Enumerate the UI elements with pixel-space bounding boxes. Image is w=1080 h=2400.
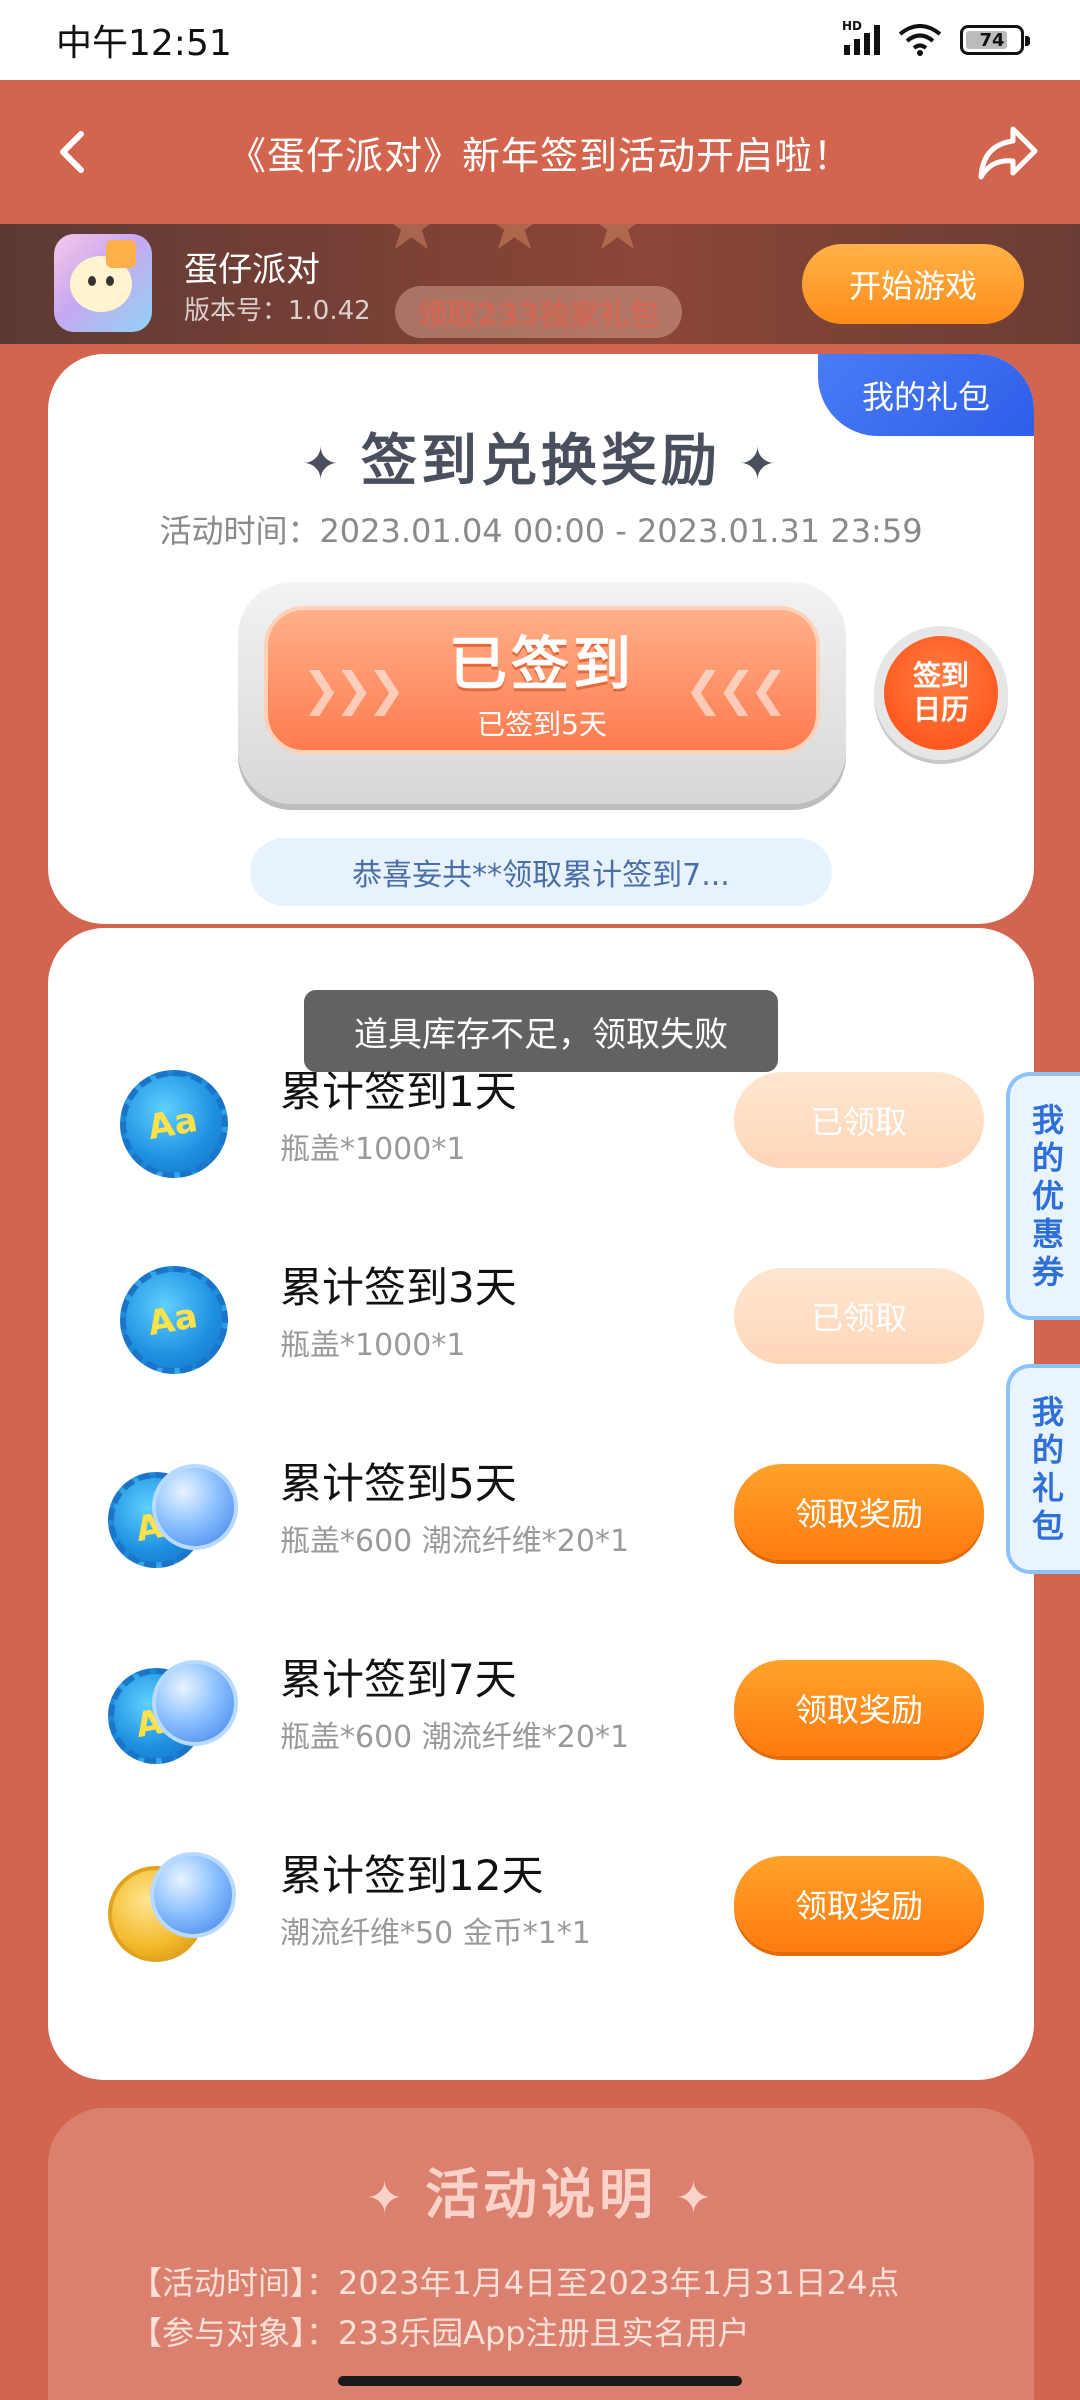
my-coupons-side-tab[interactable]: 我 的 优 惠 券 [1006, 1072, 1080, 1320]
side-tab-char: 礼 [1031, 1469, 1064, 1507]
cap-and-fiber-icon [108, 1652, 238, 1772]
reward-title: 累计签到3天 [280, 1263, 517, 1312]
bottle-cap-icon [108, 1260, 238, 1380]
reward-row: 累计签到12天 潮流纤维*50 金币*1*1 领取奖励 [48, 1830, 1034, 1980]
rules-card: ✦ 活动说明 ✦ 【活动时间】：2023年1月4日至2023年1月31日24点 【参… [48, 2108, 1034, 2400]
reward-row: 累计签到7天 瓶盖*600 潮流纤维*20*1 领取奖励 [48, 1634, 1034, 1784]
signin-days: 已签到5天 [477, 708, 607, 741]
reward-desc: 瓶盖*600 潮流纤维*20*1 [280, 1720, 630, 1755]
status-icons: HD 74 [842, 19, 1030, 56]
reward-desc: 瓶盖*1000*1 [280, 1328, 466, 1363]
reward-title: 累计签到5天 [280, 1459, 517, 1508]
game-banner: ★ ★ ★ 领取233独家礼包 蛋仔派对 版本号：1.0.42 开始游戏 [0, 224, 1080, 344]
cap-and-fiber-icon [108, 1456, 238, 1576]
chevrons-left-icon: ❮❮❮ [684, 662, 788, 716]
side-tab-char: 惠 [1031, 1215, 1064, 1253]
claim-reward-button[interactable]: 领取奖励 [734, 1856, 984, 1952]
side-tab-char: 我 [1031, 1101, 1064, 1139]
chevrons-right-icon: ❯❯❯ [302, 662, 406, 716]
reward-desc: 瓶盖*1000*1 [280, 1132, 466, 1167]
back-button[interactable] [40, 120, 104, 184]
status-time: 中午12:51 [56, 23, 232, 64]
signin-card: 我的礼包 ✦ 签到兑换奖励 ✦ 活动时间：2023.01.04 00:00 - 20… [48, 354, 1034, 924]
side-tab-char: 我 [1031, 1393, 1064, 1431]
game-version: 版本号：1.0.42 [184, 296, 371, 326]
bottle-cap-icon [108, 1064, 238, 1184]
reward-desc: 瓶盖*600 潮流纤维*20*1 [280, 1524, 630, 1559]
signin-status: 已签到 [448, 630, 635, 698]
status-bar: 中午12:51 HD 74 [0, 0, 1080, 80]
game-app-icon[interactable] [54, 234, 152, 332]
reward-row: 累计签到3天 瓶盖*1000*1 已领取 [48, 1242, 1034, 1392]
signin-calendar-button[interactable]: 签到 日历 [874, 626, 1008, 760]
reward-claimed-button[interactable]: 已领取 [734, 1268, 984, 1364]
rule-line: 【活动时间】：2023年1月4日至2023年1月31日24点 [130, 2264, 900, 2302]
side-tab-char: 券 [1031, 1253, 1064, 1291]
title-bar: 《蛋仔派对》新年签到活动开启啦！ [0, 80, 1080, 224]
rewards-card: 累计签到1天 瓶盖*1000*1 已领取 累计签到3天 瓶盖*1000*1 已领… [48, 928, 1034, 2080]
rules-title: ✦ 活动说明 ✦ [48, 2150, 1034, 2229]
battery-level: 74 [979, 29, 1005, 51]
reward-row: 累计签到5天 瓶盖*600 潮流纤维*20*1 领取奖励 [48, 1438, 1034, 1588]
banner-decoration: ★ ★ ★ [380, 224, 658, 266]
chevron-left-icon [60, 131, 84, 173]
share-icon [978, 126, 1038, 180]
claim-marquee: 恭喜妄共**领取累计签到7... [250, 838, 832, 906]
sparkle-icon: ✦ [739, 439, 780, 491]
sparkle-icon: ✦ [366, 2172, 407, 2224]
side-tab-char: 优 [1031, 1177, 1064, 1215]
rule-line: 【参与对象】：233乐园App注册且实名用户 [130, 2314, 750, 2352]
side-tab-char: 的 [1031, 1431, 1064, 1469]
battery-icon: 74 [960, 25, 1030, 55]
side-tab-char: 的 [1031, 1139, 1064, 1177]
claim-reward-button[interactable]: 领取奖励 [734, 1464, 984, 1560]
reward-title: 累计签到12天 [280, 1851, 544, 1900]
wifi-icon [898, 24, 942, 56]
hd-label: HD [842, 19, 863, 33]
signin-card-title: ✦ 签到兑换奖励 ✦ [48, 416, 1034, 497]
sparkle-icon: ✦ [302, 439, 343, 491]
reward-claimed-button[interactable]: 已领取 [734, 1072, 984, 1168]
signin-button[interactable]: ❯❯❯ ❮❮❮ 已签到 已签到5天 [264, 606, 820, 754]
toast-message: 道具库存不足，领取失败 [304, 990, 778, 1072]
activity-time: 活动时间：2023.01.04 00:00 - 2023.01.31 23:59 [159, 512, 923, 550]
reward-title: 累计签到7天 [280, 1655, 517, 1704]
coin-and-fiber-icon [108, 1848, 238, 1968]
my-gifts-side-tab[interactable]: 我 的 礼 包 [1006, 1364, 1080, 1574]
calendar-label-2: 日历 [912, 693, 969, 726]
rules-title-text: 活动说明 [425, 2163, 657, 2226]
page-title: 《蛋仔派对》新年签到活动开启啦！ [227, 133, 852, 178]
sparkle-icon: ✦ [675, 2172, 716, 2224]
banner-decoration-text: 领取233独家礼包 [395, 286, 682, 338]
reward-desc: 潮流纤维*50 金币*1*1 [280, 1916, 591, 1951]
claim-reward-button[interactable]: 领取奖励 [734, 1660, 984, 1756]
home-indicator[interactable] [338, 2376, 742, 2386]
calendar-label-1: 签到 [912, 659, 969, 692]
signal-icon: HD [842, 19, 880, 55]
side-tab-char: 包 [1031, 1507, 1064, 1545]
share-button[interactable] [972, 116, 1044, 188]
start-game-button[interactable]: 开始游戏 [802, 244, 1024, 324]
game-name: 蛋仔派对 [184, 250, 320, 290]
signin-card-title-text: 签到兑换奖励 [361, 429, 721, 494]
